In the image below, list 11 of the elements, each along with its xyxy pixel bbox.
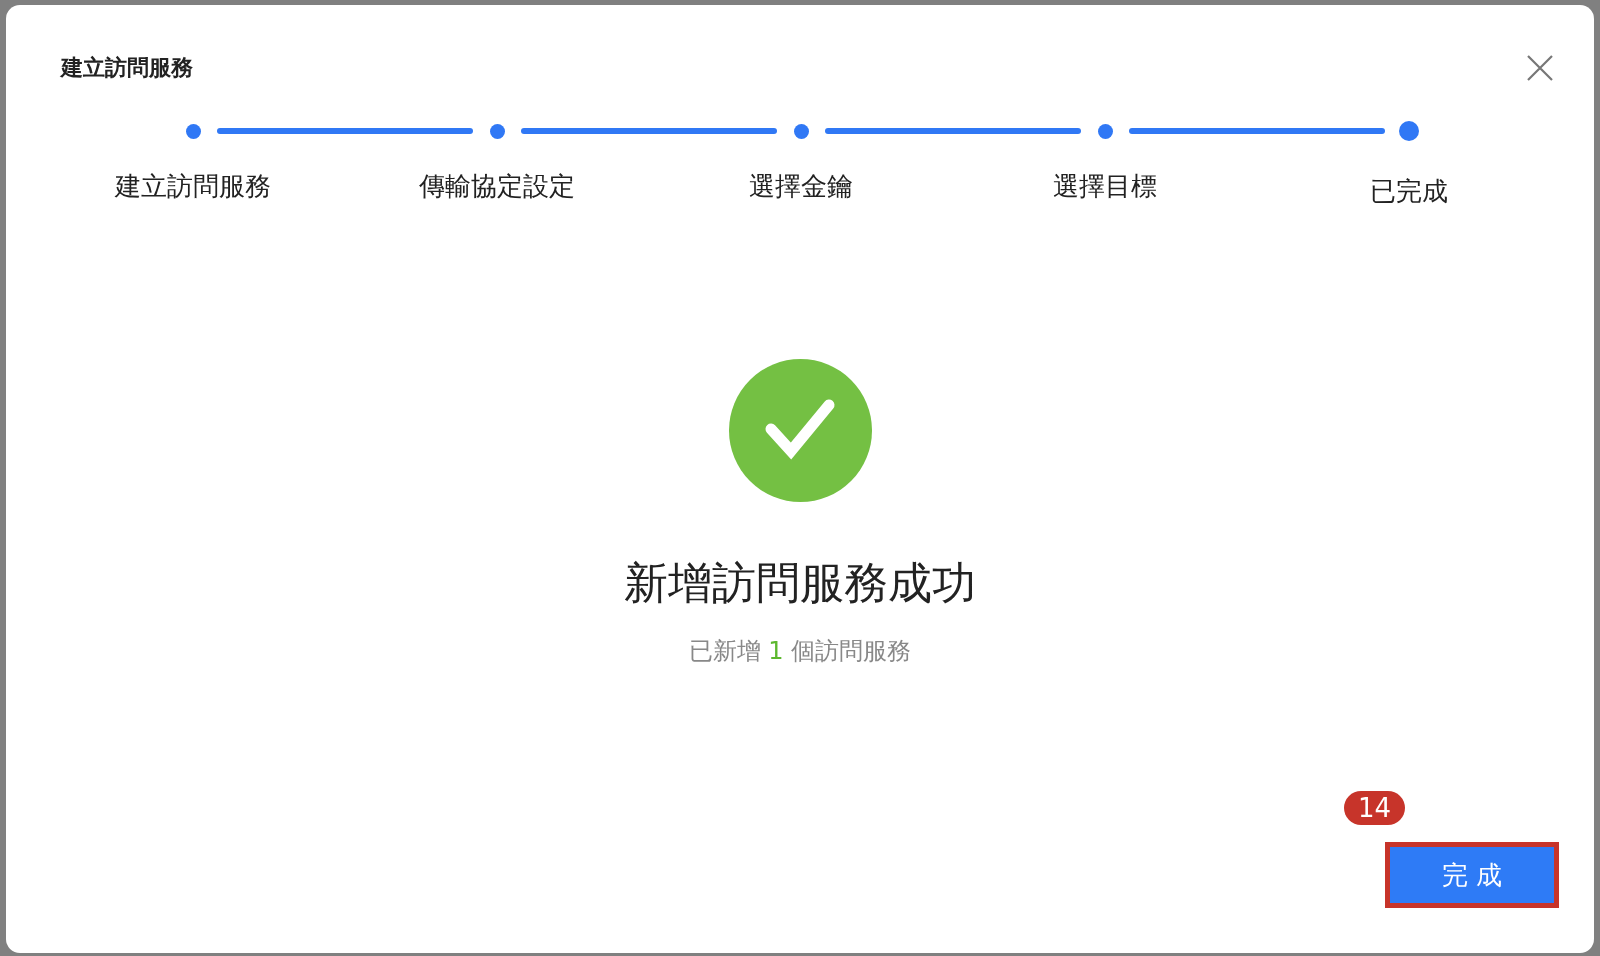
dialog-title: 建立訪問服務 [61,54,193,82]
step-label: 傳輸協定設定 [419,170,575,203]
step-label: 選擇金鑰 [749,170,853,203]
close-icon[interactable] [1526,54,1554,82]
annotation-badge: 14 [1344,791,1406,825]
step-label: 建立訪問服務 [115,170,271,203]
step-label: 選擇目標 [1053,170,1157,203]
success-check-icon [728,359,872,502]
success-heading: 新增訪問服務成功 [624,556,976,610]
step-label: 已完成 [1370,175,1448,208]
success-message: 已新增 1 個訪問服務 [688,636,912,667]
